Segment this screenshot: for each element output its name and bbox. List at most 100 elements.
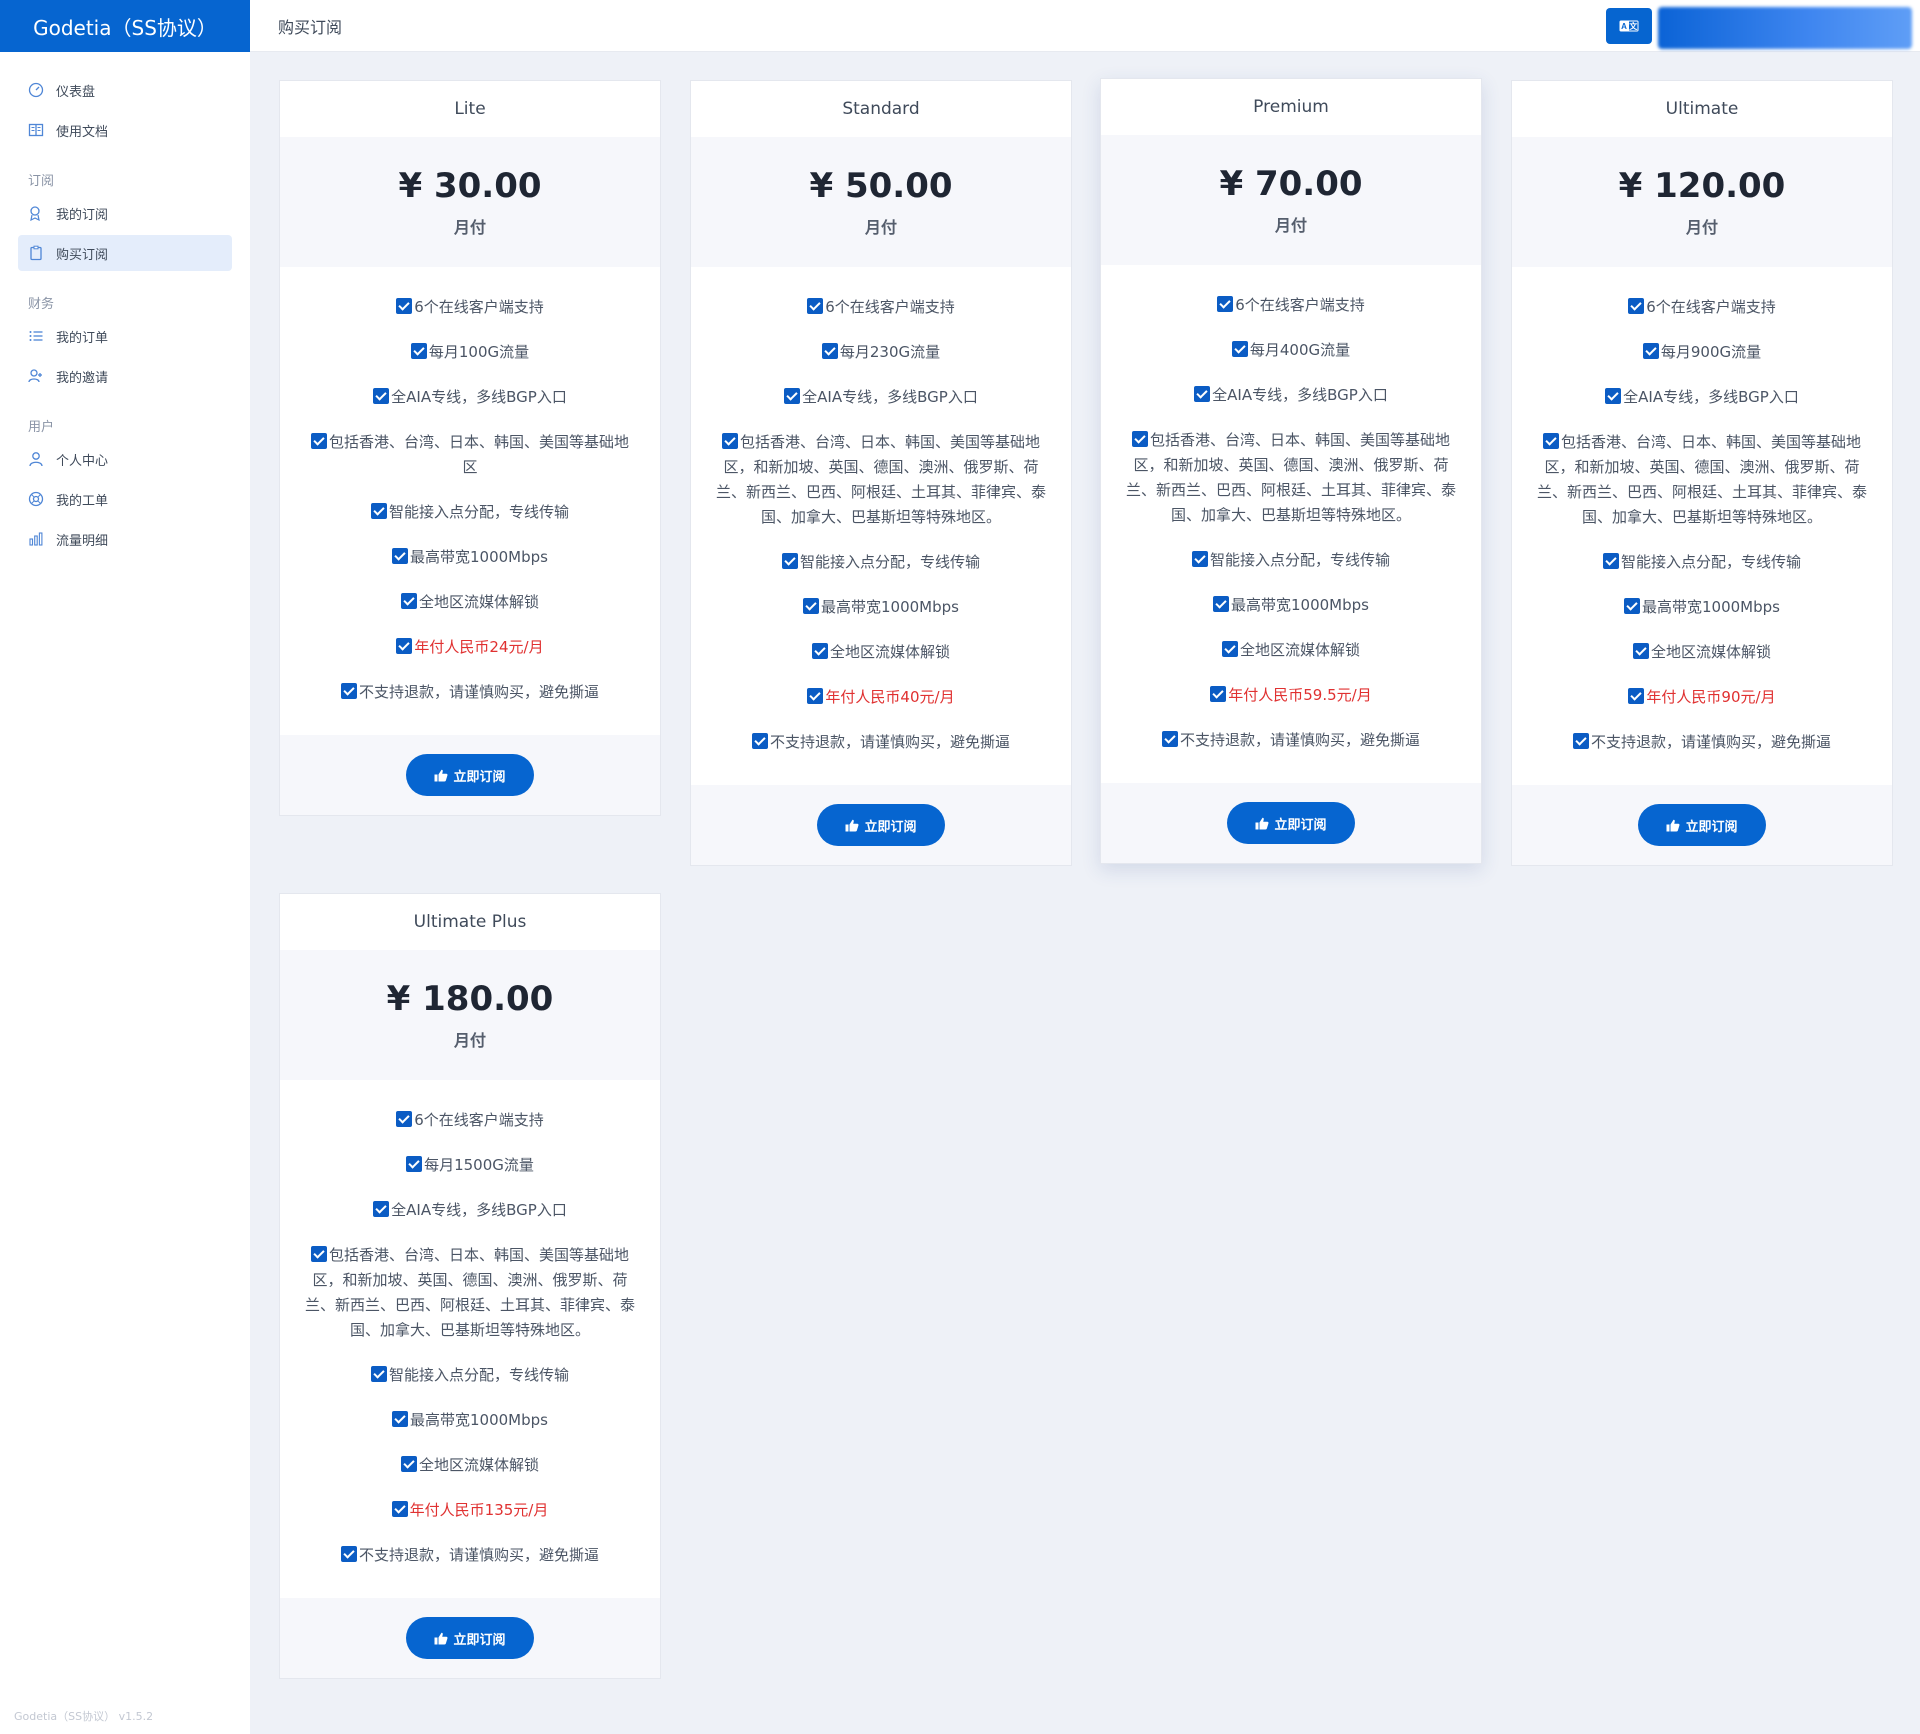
checkbox-checked-icon bbox=[1628, 688, 1645, 704]
sidebar-item-label: 流量明细 bbox=[56, 533, 109, 549]
feature-text: 不支持退款，请谨慎购买，避免撕逼 bbox=[1179, 731, 1420, 749]
feature-item: 最高带宽1000Mbps bbox=[1536, 595, 1868, 620]
feature-item: 年付人民币90元/月 bbox=[1536, 685, 1868, 710]
card-footer: 立即订阅 bbox=[280, 735, 660, 815]
feature-item: 全AIA专线，多线BGP入口 bbox=[1125, 383, 1457, 408]
language-button[interactable]: A文 bbox=[1606, 8, 1652, 44]
thumbs-up-icon bbox=[845, 819, 859, 832]
feature-text: 包括香港、台湾、日本、韩国、美国等基础地区，和新加坡、英国、德国、澳洲、俄罗斯、… bbox=[1536, 433, 1867, 526]
price-box: ¥ 180.00 月付 bbox=[280, 950, 660, 1080]
subscribe-button[interactable]: 立即订阅 bbox=[406, 1617, 534, 1659]
nav-group-title: 财务 bbox=[28, 297, 55, 312]
checkbox-checked-icon bbox=[1221, 641, 1238, 657]
feature-item: 年付人民币40元/月 bbox=[715, 685, 1047, 710]
feature-item: 包括香港、台湾、日本、韩国、美国等基础地区，和新加坡、英国、德国、澳洲、俄罗斯、… bbox=[715, 430, 1047, 530]
svg-text:文: 文 bbox=[1629, 21, 1638, 31]
brand-title[interactable]: Godetia（SS协议） bbox=[0, 0, 250, 52]
checkbox-checked-icon bbox=[1213, 596, 1229, 612]
checkbox-checked-icon bbox=[373, 1201, 390, 1217]
feature-list: 6个在线客户端支持 每月900G流量 全AIA专线，多线BGP入口 包括香港、台湾、日… bbox=[1512, 267, 1892, 785]
sidebar-item-my-subscription[interactable]: 我的订阅 bbox=[18, 195, 232, 231]
sidebar-footer-version: Godetia（SS协议） v1.5.2 bbox=[14, 1710, 154, 1723]
plan-period: 月付 bbox=[453, 218, 486, 237]
feature-item: 全AIA专线，多线BGP入口 bbox=[304, 385, 636, 410]
checkbox-checked-icon bbox=[1628, 298, 1645, 314]
sidebar: Godetia（SS协议） 仪表盘 使用文档 订阅 我的订阅 购买订阅 财务 我… bbox=[0, 0, 250, 1734]
price-box: ¥ 120.00 月付 bbox=[1512, 137, 1892, 267]
checkbox-checked-icon bbox=[391, 1501, 408, 1517]
checkbox-checked-icon bbox=[1210, 686, 1227, 702]
feature-item: 不支持退款，请谨慎购买，避免撕逼 bbox=[1536, 730, 1868, 755]
feature-text: 每月400G流量 bbox=[1249, 341, 1351, 359]
sidebar-item-tickets[interactable]: 我的工单 bbox=[18, 481, 232, 517]
sidebar-item-label: 个人中心 bbox=[56, 453, 109, 469]
feature-text: 智能接入点分配，专线传输 bbox=[388, 503, 569, 521]
plan-card-lite: Lite ¥ 30.00 月付 6个在线客户端支持 每月100G流量 全AIA专线，… bbox=[279, 80, 661, 816]
feature-text: 智能接入点分配，专线传输 bbox=[799, 553, 980, 571]
thumbs-up-icon bbox=[1666, 819, 1680, 832]
sidebar-item-docs[interactable]: 使用文档 bbox=[18, 112, 232, 148]
card-footer: 立即订阅 bbox=[280, 1598, 660, 1678]
plan-card-standard: Standard ¥ 50.00 月付 6个在线客户端支持 每月230G流量 全AI… bbox=[690, 80, 1072, 866]
thumbs-up-icon bbox=[434, 1632, 448, 1645]
nav-group-title: 订阅 bbox=[28, 174, 55, 189]
checkbox-checked-icon bbox=[821, 343, 838, 359]
feature-item: 智能接入点分配，专线传输 bbox=[1125, 548, 1457, 573]
checkbox-checked-icon bbox=[370, 1366, 387, 1382]
checkbox-checked-icon bbox=[1632, 643, 1649, 659]
feature-text: 不支持退款，请谨慎购买，避免撕逼 bbox=[769, 733, 1010, 751]
feature-list: 6个在线客户端支持 每月400G流量 全AIA专线，多线BGP入口 包括香港、台湾、日… bbox=[1101, 265, 1481, 783]
feature-item: 最高带宽1000Mbps bbox=[715, 595, 1047, 620]
feature-item: 6个在线客户端支持 bbox=[1536, 295, 1868, 320]
checkbox-checked-icon bbox=[396, 298, 413, 314]
checkbox-checked-icon bbox=[396, 638, 413, 654]
checkbox-checked-icon bbox=[1217, 296, 1234, 312]
feature-list: 6个在线客户端支持 每月230G流量 全AIA专线，多线BGP入口 包括香港、台湾、日… bbox=[691, 267, 1071, 785]
plan-name: Ultimate bbox=[1665, 99, 1739, 119]
book-icon bbox=[28, 122, 44, 138]
user-menu-button[interactable] bbox=[1658, 7, 1912, 49]
feature-item: 全AIA专线，多线BGP入口 bbox=[715, 385, 1047, 410]
checkbox-checked-icon bbox=[807, 298, 824, 314]
bar-chart-icon bbox=[28, 531, 44, 547]
subscribe-button[interactable]: 立即订阅 bbox=[1638, 804, 1766, 846]
sidebar-item-invite[interactable]: 我的邀请 bbox=[18, 358, 232, 394]
feature-item: 6个在线客户端支持 bbox=[304, 1108, 636, 1133]
page-title: 购买订阅 bbox=[278, 17, 343, 37]
feature-item: 每月230G流量 bbox=[715, 340, 1047, 365]
subscribe-button-label: 立即订阅 bbox=[1274, 816, 1327, 832]
plan-period: 月付 bbox=[1685, 218, 1718, 237]
feature-item: 包括香港、台湾、日本、韩国、美国等基础地区 bbox=[304, 430, 636, 480]
feature-item: 智能接入点分配，专线传输 bbox=[304, 1363, 636, 1388]
thumbs-up-icon bbox=[1255, 817, 1269, 830]
feature-text: 每月1500G流量 bbox=[424, 1156, 534, 1174]
feature-text: 全地区流媒体解锁 bbox=[1239, 641, 1360, 659]
checkbox-checked-icon bbox=[1642, 343, 1659, 359]
sidebar-item-buy-subscription[interactable]: 购买订阅 bbox=[18, 235, 232, 271]
feature-item: 智能接入点分配，专线传输 bbox=[715, 550, 1047, 575]
feature-text: 年付人民币24元/月 bbox=[414, 638, 544, 656]
feature-text: 包括香港、台湾、日本、韩国、美国等基础地区 bbox=[328, 433, 629, 476]
feature-item: 每月1500G流量 bbox=[304, 1153, 636, 1178]
sidebar-item-label: 购买订阅 bbox=[56, 247, 109, 263]
list-icon bbox=[28, 328, 44, 344]
checkbox-checked-icon bbox=[781, 553, 798, 569]
subscribe-button[interactable]: 立即订阅 bbox=[406, 754, 534, 796]
subscribe-button[interactable]: 立即订阅 bbox=[817, 804, 945, 846]
feature-text: 全地区流媒体解锁 bbox=[829, 643, 950, 661]
feature-text: 年付人民币90元/月 bbox=[1646, 688, 1776, 706]
feature-item: 包括香港、台湾、日本、韩国、美国等基础地区，和新加坡、英国、德国、澳洲、俄罗斯、… bbox=[304, 1243, 636, 1343]
checkbox-checked-icon bbox=[340, 1546, 357, 1562]
sidebar-item-orders[interactable]: 我的订单 bbox=[18, 318, 232, 354]
feature-text: 全地区流媒体解锁 bbox=[418, 593, 539, 611]
checkbox-checked-icon bbox=[1602, 553, 1619, 569]
checkbox-checked-icon bbox=[807, 688, 824, 704]
sidebar-item-dashboard[interactable]: 仪表盘 bbox=[18, 72, 232, 108]
subscribe-button[interactable]: 立即订阅 bbox=[1227, 802, 1355, 844]
subscribe-button-label: 立即订阅 bbox=[453, 1631, 506, 1647]
sidebar-item-traffic[interactable]: 流量明细 bbox=[18, 521, 232, 557]
sidebar-nav: 仪表盘 使用文档 订阅 我的订阅 购买订阅 财务 我的订单 我的邀请 用户 个人… bbox=[0, 52, 250, 557]
sidebar-item-profile[interactable]: 个人中心 bbox=[18, 441, 232, 477]
feature-list: 6个在线客户端支持 每月100G流量 全AIA专线，多线BGP入口 包括香港、台湾、日… bbox=[280, 267, 660, 735]
plan-period: 月付 bbox=[864, 218, 897, 237]
